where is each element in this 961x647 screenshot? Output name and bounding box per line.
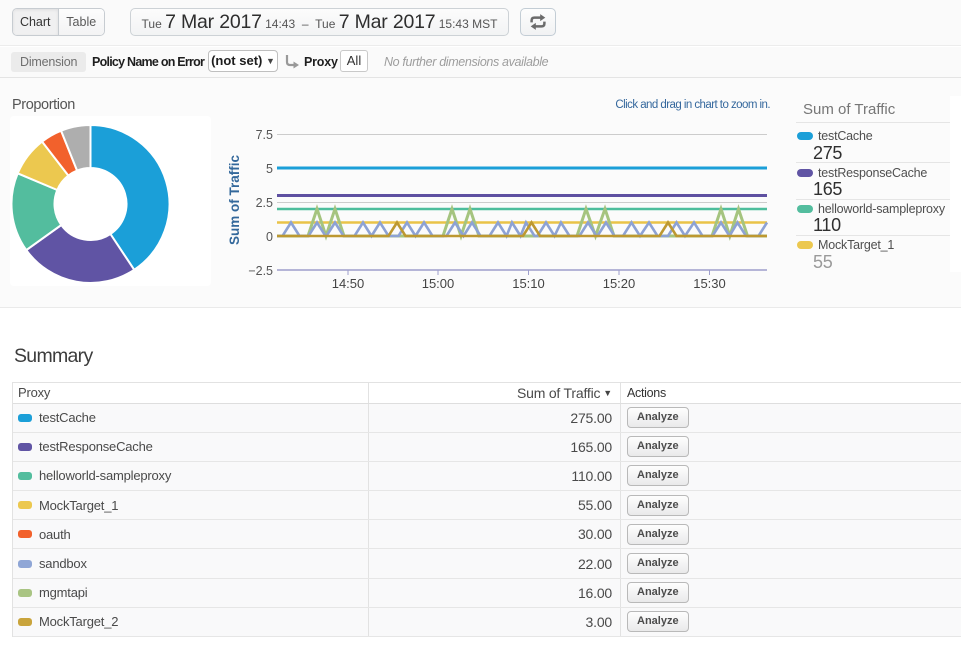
svg-text:7.5: 7.5 (256, 128, 273, 142)
svg-text:15:20: 15:20 (603, 276, 636, 291)
svg-text:15:00: 15:00 (422, 276, 455, 291)
svg-text:15:10: 15:10 (512, 276, 545, 291)
svg-text:Sum of Traffic: Sum of Traffic (227, 155, 242, 246)
svg-text:−2.5: −2.5 (248, 264, 273, 278)
svg-text:15:30: 15:30 (693, 276, 726, 291)
svg-text:0: 0 (266, 230, 273, 244)
svg-text:5: 5 (266, 162, 273, 176)
svg-text:14:50: 14:50 (332, 276, 365, 291)
svg-text:2.5: 2.5 (256, 196, 273, 210)
